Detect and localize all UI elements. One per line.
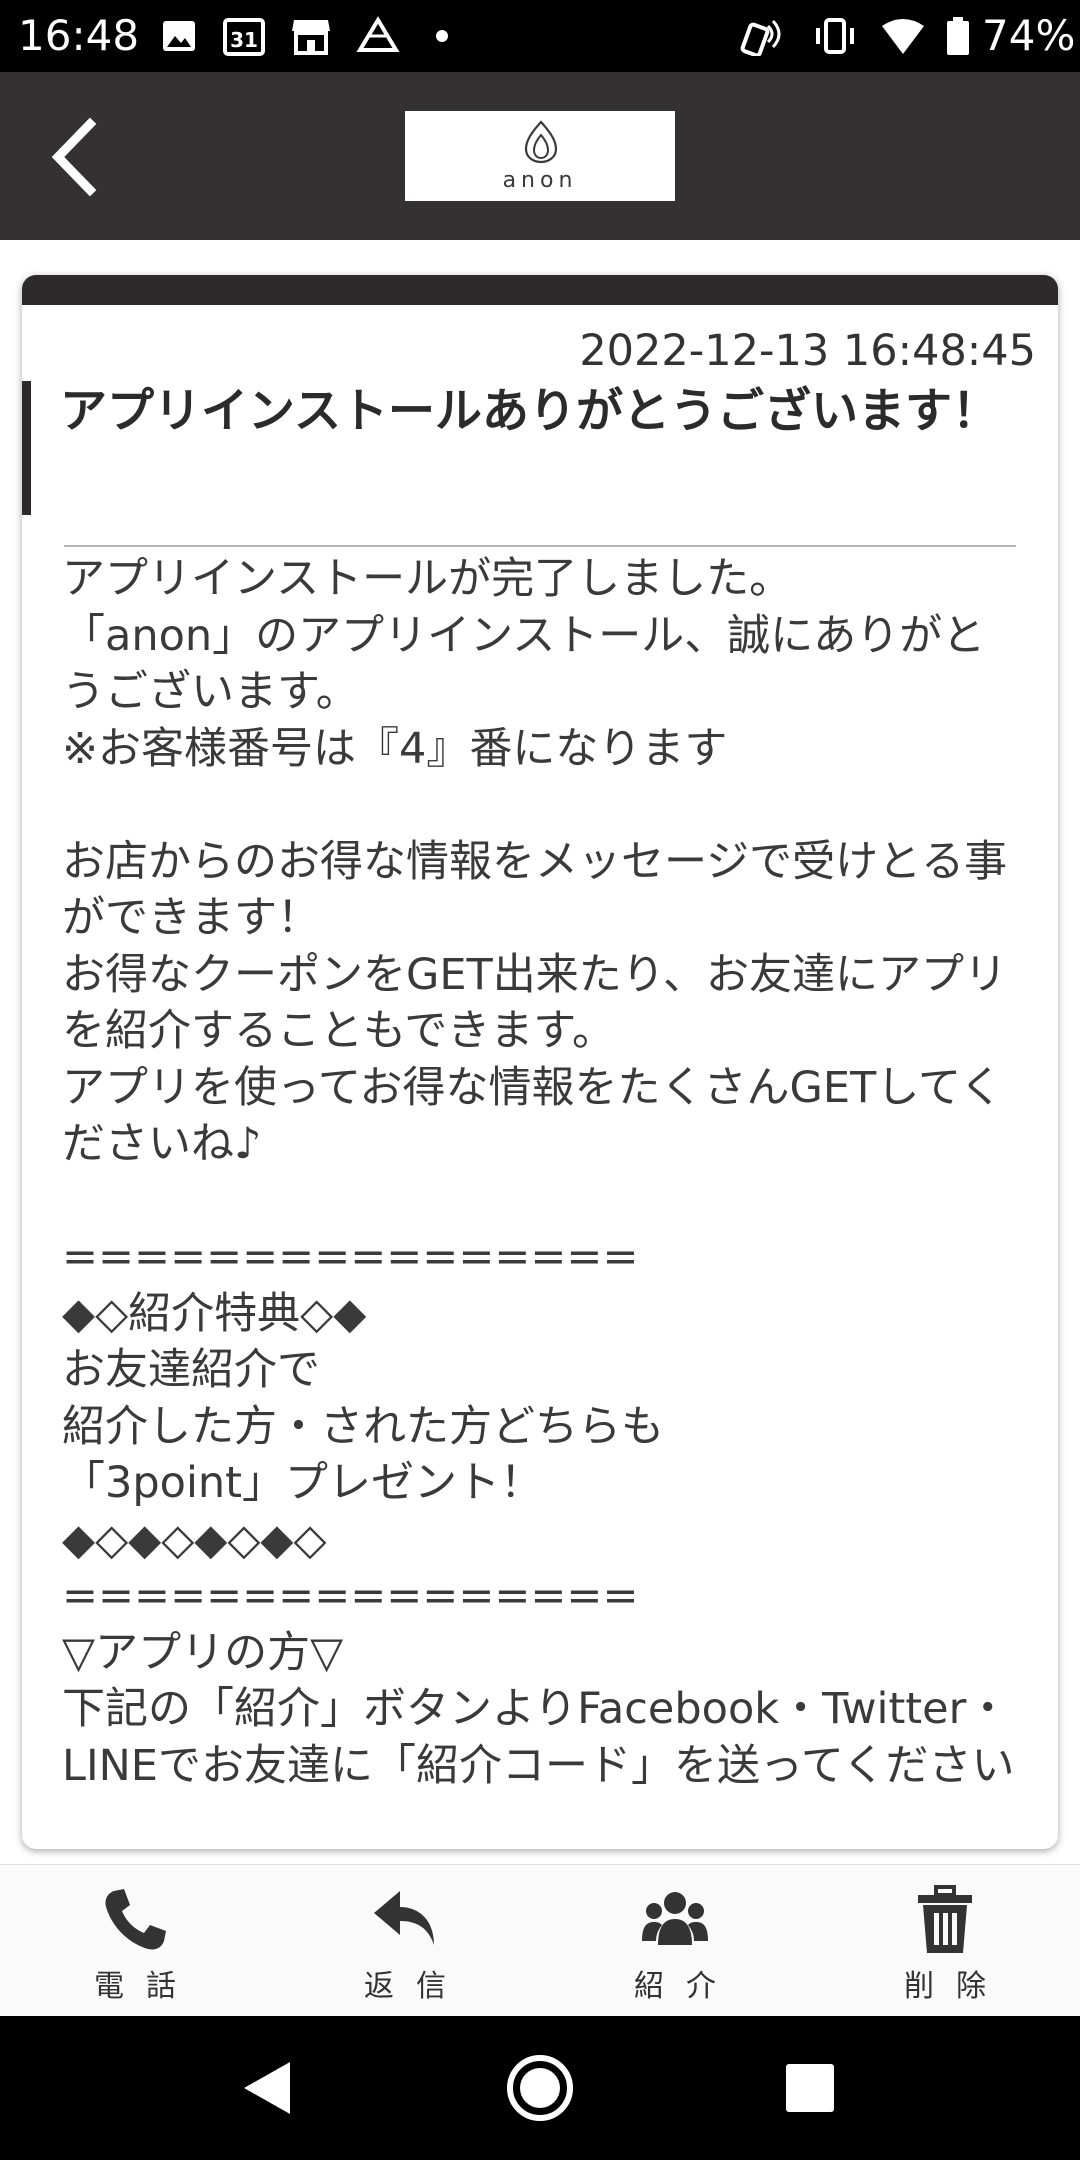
reply-button[interactable]: 返信 bbox=[270, 1865, 540, 2017]
status-time: 16:48 bbox=[18, 11, 140, 60]
brand-logo: anon bbox=[405, 111, 675, 201]
nfc-icon bbox=[740, 19, 781, 56]
vibrate-icon bbox=[816, 18, 854, 54]
drive-icon bbox=[356, 16, 400, 52]
message-card: 2022-12-13 16:48:45 アプリインストールありがとうございます！… bbox=[22, 275, 1058, 1849]
message-date: 2022-12-13 16:48:45 bbox=[579, 326, 1036, 376]
reply-icon bbox=[374, 1891, 434, 1945]
app-screen: 16:48 31 74% anon 2022-12-13 16:48:45 アプ… bbox=[0, 0, 1080, 2160]
phone-label: 電話 bbox=[94, 1969, 198, 2004]
calendar-icon: 31 bbox=[223, 18, 265, 56]
status-bar: 16:48 31 74% bbox=[0, 0, 1080, 72]
home-circle-icon[interactable] bbox=[504, 2052, 576, 2124]
logo-text: anon bbox=[502, 168, 578, 193]
app-header: anon bbox=[0, 72, 1080, 240]
phone-button[interactable]: 電話 bbox=[0, 1865, 270, 2017]
delete-button[interactable]: 削除 bbox=[810, 1865, 1080, 2017]
back-button[interactable] bbox=[40, 112, 110, 202]
store-icon bbox=[292, 20, 330, 55]
introduce-button[interactable]: 紹介 bbox=[540, 1865, 810, 2017]
bottom-toolbar: 電話 返信 紹介 削除 bbox=[0, 1864, 1080, 2017]
battery-icon bbox=[947, 17, 969, 55]
message-title: アプリインストールありがとうございます！ bbox=[60, 384, 1000, 439]
phone-icon bbox=[105, 1889, 166, 1950]
system-nav-bar bbox=[0, 2016, 1080, 2160]
reply-label: 返信 bbox=[364, 1969, 468, 2004]
title-accent-bar bbox=[22, 381, 31, 515]
dot-icon bbox=[436, 30, 448, 42]
card-topbar bbox=[22, 275, 1058, 305]
flame-logo-icon bbox=[524, 120, 558, 164]
image-icon bbox=[163, 21, 195, 51]
calendar-day: 31 bbox=[230, 28, 258, 52]
title-divider bbox=[64, 545, 1016, 547]
chevron-left-icon bbox=[51, 117, 97, 197]
users-icon bbox=[642, 1892, 708, 1945]
introduce-label: 紹介 bbox=[634, 1969, 738, 2004]
wifi-icon bbox=[882, 19, 924, 54]
trash-icon bbox=[918, 1885, 972, 1953]
back-triangle-icon[interactable] bbox=[232, 2052, 304, 2124]
recents-square-icon[interactable] bbox=[774, 2052, 846, 2124]
message-body: アプリインストールが完了しました。 「anon」のアプリインストール、誠にありが… bbox=[62, 554, 1015, 1791]
battery-percent: 74% bbox=[982, 11, 1076, 60]
delete-label: 削除 bbox=[904, 1969, 1008, 2004]
